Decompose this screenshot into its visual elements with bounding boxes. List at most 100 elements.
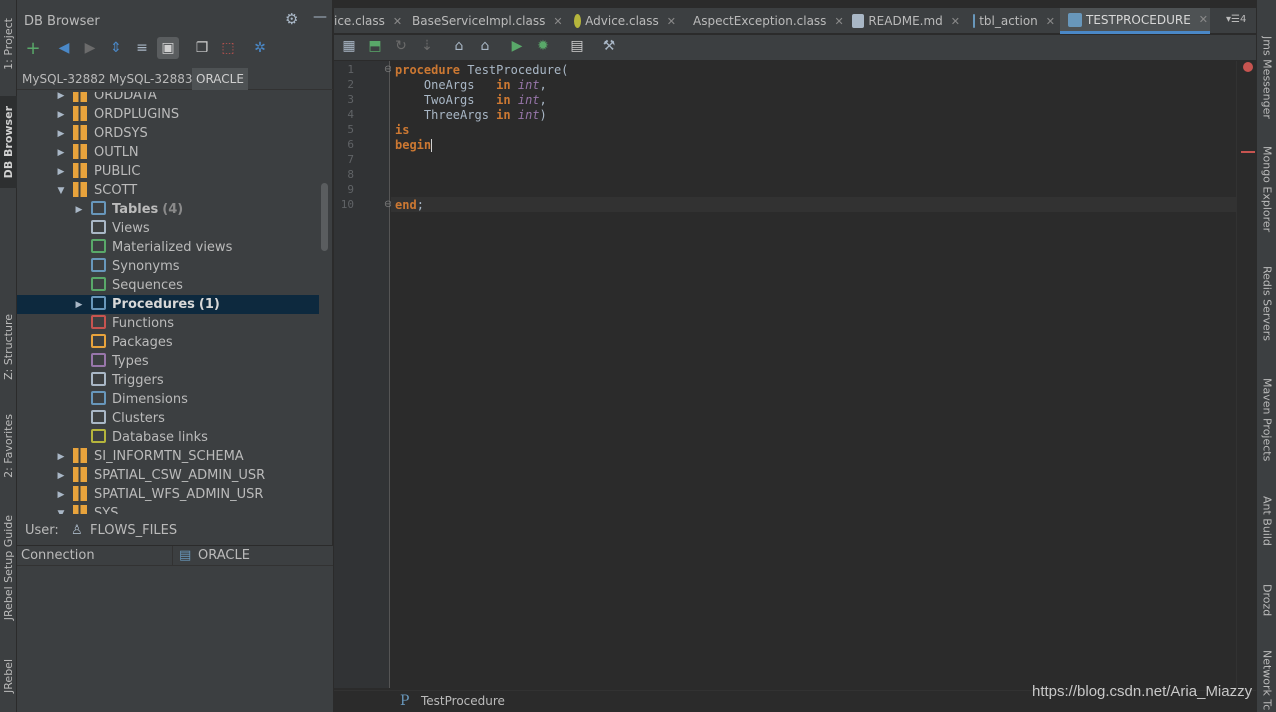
tool-window-tab[interactable]: Maven Projects	[1257, 378, 1276, 478]
tab-connection-mysql-32883[interactable]: MySQL-32883	[105, 68, 197, 90]
filter-icon[interactable]: ▣	[157, 37, 179, 59]
tab-project-label: 1: Project	[2, 18, 15, 70]
tab-favorites[interactable]: 2: Favorites	[0, 404, 17, 488]
tree-node[interactable]: ▼ SYS	[17, 504, 319, 514]
close-icon[interactable]: ✕	[834, 15, 843, 28]
refresh-icon[interactable]: ↻	[390, 35, 412, 57]
sql-console-icon[interactable]: ⬚	[217, 37, 239, 59]
chevron-right-icon[interactable]: ▶	[56, 129, 66, 139]
tree-node[interactable]: ▶ ORDDATA	[17, 92, 319, 105]
tab-overflow-icon[interactable]: ▾☰4	[1226, 14, 1246, 25]
schema-icon	[73, 125, 87, 140]
tab-connection-mysql-32882[interactable]: MySQL-32882	[18, 68, 110, 90]
settings-wrench-icon[interactable]: ⚒	[598, 35, 620, 57]
add-connection-icon[interactable]: +	[22, 37, 44, 59]
close-icon[interactable]: ✕	[1046, 15, 1055, 28]
breadcrumb-item[interactable]: TestProcedure	[421, 694, 505, 708]
tree-node[interactable]: ▶ OUTLN	[17, 143, 319, 162]
close-icon[interactable]: ✕	[667, 15, 676, 28]
error-indicator-icon[interactable]	[1243, 62, 1253, 72]
editor-tab[interactable]: ice.class ✕	[334, 8, 402, 34]
format-icon[interactable]: ⇣	[416, 35, 438, 57]
tool-window-tab[interactable]: Mongo Explorer	[1257, 146, 1276, 250]
tree-node[interactable]: ▶ Tables (4)	[17, 200, 319, 219]
tab-jrebel-setup[interactable]: JRebel Setup Guide	[0, 506, 17, 630]
expand-all-icon[interactable]: ⇕	[105, 37, 127, 59]
settings-icon[interactable]: ✲	[249, 37, 271, 59]
tool-window-tab[interactable]: Redis Servers	[1257, 266, 1276, 358]
chevron-down-icon[interactable]: ▼	[56, 509, 66, 515]
chevron-right-icon[interactable]: ▶	[56, 471, 66, 481]
compile-icon[interactable]: ⬒	[364, 35, 386, 57]
tree-node[interactable]: Dimensions	[17, 390, 319, 409]
chevron-right-icon[interactable]: ▶	[56, 110, 66, 120]
debug-icon[interactable]: ✹	[532, 35, 554, 57]
line-number: 8	[347, 168, 354, 181]
editor-tab[interactable]: README.md ✕	[844, 8, 960, 34]
editor-tab[interactable]: AspectException.class ✕	[681, 8, 844, 34]
open-console-icon[interactable]: ❐	[191, 37, 213, 59]
tree-node[interactable]: ▶ Procedures (1)	[17, 295, 319, 314]
tree-node[interactable]: Triggers	[17, 371, 319, 390]
tree-node[interactable]: Types	[17, 352, 319, 371]
tree-node[interactable]: ▶ SPATIAL_CSW_ADMIN_USR	[17, 466, 319, 485]
chevron-down-icon[interactable]: ▼	[56, 186, 66, 196]
run-icon[interactable]: ▶	[506, 35, 528, 57]
close-icon[interactable]: ✕	[1199, 13, 1208, 26]
chevron-right-icon[interactable]: ▶	[56, 167, 66, 177]
tree-node[interactable]: Packages	[17, 333, 319, 352]
tab-structure[interactable]: Z: Structure	[0, 306, 17, 388]
tree-node[interactable]: Synonyms	[17, 257, 319, 276]
tree-node-text: ORDDATA	[94, 92, 157, 103]
editor-tab[interactable]: BaseServiceImpl.class ✕	[400, 8, 563, 34]
tree-node[interactable]: Views	[17, 219, 319, 238]
tree-node[interactable]: ▶ ORDSYS	[17, 124, 319, 143]
hide-panel-icon[interactable]: —	[313, 9, 327, 25]
schema-icon	[73, 467, 87, 482]
lock-icon[interactable]: ⌂	[448, 35, 470, 57]
tool-window-tab[interactable]: Network Tc	[1257, 650, 1276, 712]
tree-node[interactable]: Materialized views	[17, 238, 319, 257]
forward-icon[interactable]: ▶	[79, 37, 101, 59]
ddl-icon[interactable]: ▤	[566, 35, 588, 57]
chevron-right-icon[interactable]: ▶	[74, 300, 84, 310]
gear-icon[interactable]: ⚙	[285, 10, 298, 28]
back-icon[interactable]: ◀	[53, 37, 75, 59]
editor-tab[interactable]: TESTPROCEDURE ✕	[1060, 8, 1210, 34]
tree-node[interactable]: Sequences	[17, 276, 319, 295]
tree-node[interactable]: Database links	[17, 428, 319, 447]
tab-project[interactable]: 1: Project	[0, 4, 17, 84]
chevron-right-icon[interactable]: ▶	[56, 490, 66, 500]
user-value[interactable]: FLOWS_FILES	[90, 523, 177, 538]
close-icon[interactable]: ✕	[553, 15, 562, 28]
tool-window-tab[interactable]: Ant Build	[1257, 496, 1276, 566]
editor-tab[interactable]: tbl_action ✕	[965, 8, 1055, 34]
tree-node[interactable]: ▶ SI_INFORMTN_SCHEMA	[17, 447, 319, 466]
error-marker[interactable]	[1241, 151, 1255, 153]
packages-icon	[91, 334, 106, 348]
close-icon[interactable]: ✕	[951, 15, 960, 28]
code-token: int	[517, 78, 540, 92]
tool-window-tab[interactable]: Jms Messenger	[1257, 36, 1276, 132]
tab-connection-oracle[interactable]: ORACLE	[192, 68, 248, 90]
tree-node[interactable]: ▼ SCOTT	[17, 181, 319, 200]
editor-tab[interactable]: Advice.class ✕	[566, 8, 676, 34]
tree-node[interactable]: ▶ SPATIAL_WFS_ADMIN_USR	[17, 485, 319, 504]
tree-node[interactable]: Functions	[17, 314, 319, 333]
tree-node[interactable]: Clusters	[17, 409, 319, 428]
tree-node[interactable]: ▶ PUBLIC	[17, 162, 319, 181]
tab-jrebel[interactable]: JRebel	[0, 644, 17, 708]
chevron-right-icon[interactable]: ▶	[56, 148, 66, 158]
chevron-right-icon[interactable]: ▶	[56, 452, 66, 462]
tab-db-browser[interactable]: DB Browser	[0, 96, 17, 188]
tree-scrollbar[interactable]	[321, 183, 328, 251]
unlock-icon[interactable]: ⌂	[474, 35, 496, 57]
chevron-right-icon[interactable]: ▶	[56, 92, 66, 101]
code-editor[interactable]: procedure TestProcedure( OneArgs in int,…	[391, 61, 1236, 688]
tree-node-label: Triggers	[112, 373, 164, 388]
collapse-all-icon[interactable]: ≡	[131, 37, 153, 59]
tool-window-tab[interactable]: Drozd	[1257, 584, 1276, 644]
chevron-right-icon[interactable]: ▶	[74, 205, 84, 215]
tree-node[interactable]: ▶ ORDPLUGINS	[17, 105, 319, 124]
save-icon[interactable]: ▦	[338, 35, 360, 57]
